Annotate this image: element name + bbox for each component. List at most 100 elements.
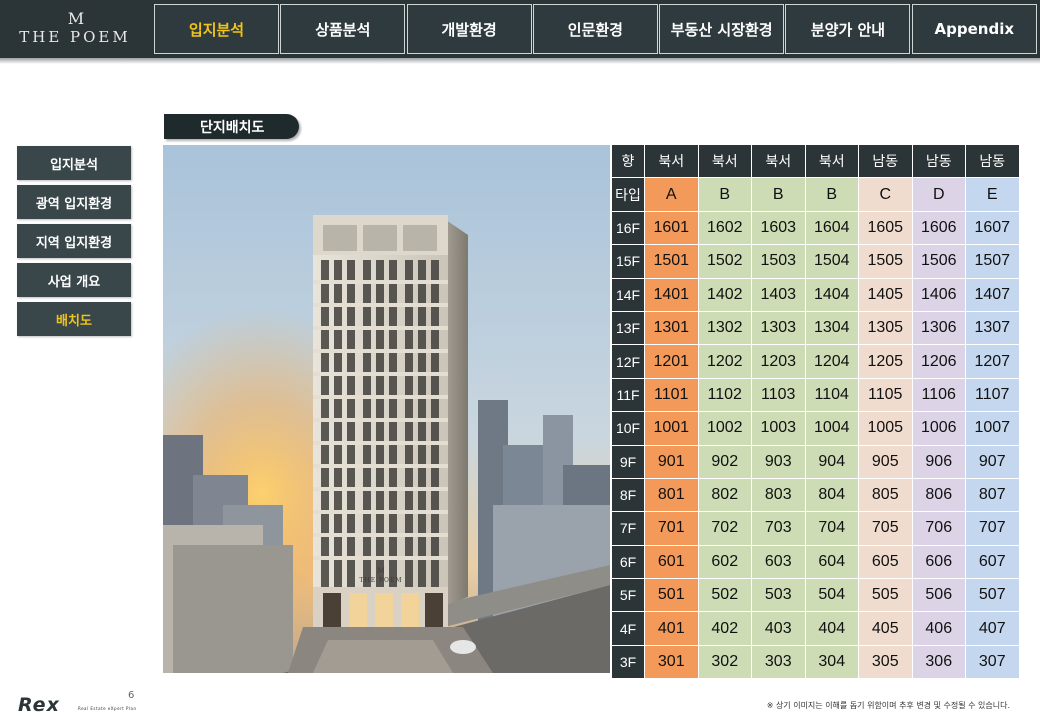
nav-tab-location[interactable]: 입지분석: [154, 4, 279, 54]
unit-cell: 604: [805, 545, 859, 580]
floor-label: 14F: [612, 278, 645, 312]
unit-cell: 503: [752, 579, 806, 613]
unit-cell: 706: [912, 512, 966, 546]
unit-cell: 1305: [859, 311, 913, 346]
unit-cell: 1506: [912, 245, 966, 279]
table-row: 7F 701 702 703 704 705 706 707: [612, 512, 1020, 546]
unit-cell: 501: [645, 579, 699, 613]
unit-cell: 904: [805, 445, 859, 479]
unit-cell: 1107: [966, 378, 1020, 413]
unit-cell: 1602: [698, 211, 752, 246]
sidebar-item-regional[interactable]: 광역 입지환경: [17, 185, 131, 219]
sidebar-item-overview[interactable]: 사업 개요: [17, 263, 131, 297]
unit-cell: 1207: [966, 345, 1020, 379]
unit-cell: 1007: [966, 412, 1020, 446]
unit-cell: 902: [698, 445, 752, 479]
building-illustration: M THE POEM: [163, 145, 610, 673]
unit-cell: 1403: [752, 278, 806, 312]
unit-cell: 301: [645, 645, 699, 680]
type-cell: C: [859, 178, 913, 212]
unit-cell: 807: [966, 478, 1020, 513]
sidebar: 입지분석 광역 입지환경 지역 입지환경 사업 개요 배치도: [17, 146, 131, 341]
nav-tab-market[interactable]: 부동산 시장환경: [659, 4, 785, 54]
table-row: 11F 1101 1102 1103 1104 1105 1106 1107: [612, 378, 1020, 413]
table-row: 6F 601 602 603 604 605 606 607: [612, 545, 1020, 580]
unit-cell: 906: [912, 445, 966, 479]
direction-cell: 북서: [805, 145, 859, 179]
table-row: 향 북서 북서 북서 북서 남동 남동 남동: [612, 145, 1020, 179]
footnote: ※ 상기 이미지는 이해를 돕기 위함이며 추후 변경 및 수정될 수 있습니다…: [766, 701, 1010, 710]
floor-label: 5F: [612, 579, 645, 613]
direction-cell: 북서: [698, 145, 752, 179]
building-rendering: M THE POEM: [163, 145, 610, 673]
table-row: 타입 A B B B C D E: [612, 178, 1020, 212]
unit-cell: 705: [859, 512, 913, 546]
brand-logo[interactable]: M THE POEM: [0, 0, 150, 58]
unit-cell: 1102: [698, 378, 752, 413]
unit-cell: 1106: [912, 378, 966, 413]
unit-cell: 506: [912, 579, 966, 613]
table-row: 8F 801 802 803 804 805 806 807: [612, 478, 1020, 513]
unit-cell: 1503: [752, 245, 806, 279]
unit-cell: 605: [859, 545, 913, 580]
unit-cell: 407: [966, 612, 1020, 646]
main-nav: 입지분석 상품분석 개발환경 인문환경 부동산 시장환경 분양가 안내 Appe…: [154, 4, 1038, 54]
unit-cell: 703: [752, 512, 806, 546]
floor-label: 4F: [612, 612, 645, 646]
table-row: 4F 401 402 403 404 405 406 407: [612, 612, 1020, 646]
unit-cell: 1406: [912, 278, 966, 312]
header-shadow: [0, 58, 1040, 64]
unit-table-body: 향 북서 북서 북서 북서 남동 남동 남동 타입 A B B B C D E 16F 1601 1602 1603 1…: [612, 145, 1020, 680]
unit-cell: 806: [912, 478, 966, 513]
unit-cell: 305: [859, 645, 913, 680]
unit-cell: 903: [752, 445, 806, 479]
nav-tab-demographics[interactable]: 인문환경: [532, 4, 658, 54]
unit-cell: 504: [805, 579, 859, 613]
unit-cell: 1407: [966, 278, 1020, 312]
unit-table: 향 북서 북서 북서 북서 남동 남동 남동 타입 A B B B C D E 16F 1601 1602 1603 1…: [612, 145, 1020, 680]
footer-brand-logo: Rex: [18, 694, 60, 716]
floor-label: 16F: [612, 211, 645, 246]
unit-cell: 502: [698, 579, 752, 613]
page-number: 6: [128, 690, 135, 701]
table-row: 9F 901 902 903 904 905 906 907: [612, 445, 1020, 479]
nav-tab-appendix[interactable]: Appendix: [911, 4, 1037, 54]
top-header: M THE POEM 입지분석 상품분석 개발환경 인문환경 부동산 시장환경 …: [0, 0, 1040, 58]
unit-cell: 1006: [912, 412, 966, 446]
unit-cell: 704: [805, 512, 859, 546]
unit-cell: 901: [645, 445, 699, 479]
type-cell: E: [966, 178, 1020, 212]
unit-cell: 802: [698, 478, 752, 513]
unit-cell: 702: [698, 512, 752, 546]
type-cell: B: [752, 178, 806, 212]
sidebar-item-location[interactable]: 입지분석: [17, 146, 131, 180]
unit-cell: 1405: [859, 278, 913, 312]
unit-cell: 1302: [698, 311, 752, 346]
unit-cell: 1501: [645, 245, 699, 279]
unit-cell: 401: [645, 612, 699, 646]
building-sign-mark: M: [377, 567, 384, 575]
unit-cell: 402: [698, 612, 752, 646]
direction-cell: 남동: [859, 145, 913, 179]
nav-tab-development[interactable]: 개발환경: [406, 4, 532, 54]
type-cell: D: [912, 178, 966, 212]
unit-cell: 601: [645, 545, 699, 580]
table-row: 14F 1401 1402 1403 1404 1405 1406 1407: [612, 278, 1020, 312]
floor-label: 12F: [612, 345, 645, 379]
unit-cell: 1402: [698, 278, 752, 312]
floor-label: 6F: [612, 545, 645, 580]
type-header: 타입: [612, 178, 645, 212]
sidebar-item-layout[interactable]: 배치도: [17, 302, 131, 336]
sidebar-item-local[interactable]: 지역 입지환경: [17, 224, 131, 258]
unit-cell: 505: [859, 579, 913, 613]
unit-cell: 1507: [966, 245, 1020, 279]
unit-cell: 1601: [645, 211, 699, 246]
direction-cell: 남동: [966, 145, 1020, 179]
nav-tab-product[interactable]: 상품분석: [280, 4, 406, 54]
table-row: 13F 1301 1302 1303 1304 1305 1306 1307: [612, 311, 1020, 346]
table-row: 15F 1501 1502 1503 1504 1505 1506 1507: [612, 245, 1020, 279]
nav-tab-price[interactable]: 분양가 안내: [785, 4, 911, 54]
type-cell: B: [805, 178, 859, 212]
unit-cell: 302: [698, 645, 752, 680]
unit-cell: 1404: [805, 278, 859, 312]
